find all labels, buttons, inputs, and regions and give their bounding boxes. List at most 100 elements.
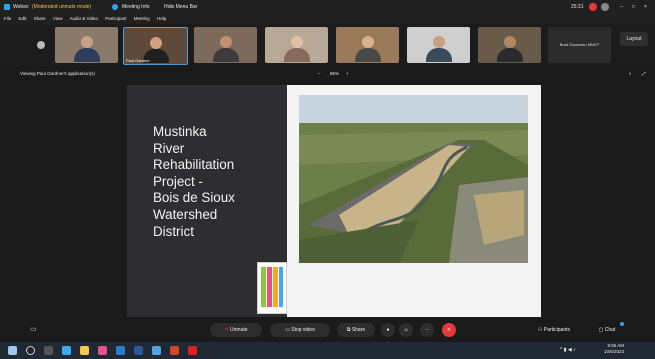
participants-button[interactable]: ⚇ Participants — [528, 323, 580, 337]
participant-body — [355, 48, 381, 62]
slide-title-line: Watershed — [153, 206, 218, 222]
participant-name: Brad Gausman MNDT — [559, 42, 600, 47]
windows-start-icon[interactable] — [8, 346, 17, 355]
chat-notification-dot — [620, 322, 624, 326]
participant-head — [362, 36, 374, 48]
record-button[interactable]: ● — [381, 323, 395, 337]
zoom-in-icon[interactable]: + — [346, 66, 349, 82]
chat-label: Chat — [604, 327, 616, 333]
search-taskbar-icon[interactable] — [26, 346, 35, 355]
participant-tile[interactable] — [336, 27, 399, 63]
share-icon: ⧉ — [346, 327, 351, 333]
menu-view[interactable]: View — [53, 16, 63, 21]
minimize-icon[interactable]: – — [620, 0, 623, 14]
meeting-clock: 25:21 — [571, 4, 584, 10]
participant-tile-active[interactable]: Paul Gardner — [123, 27, 188, 65]
taskbar-clock[interactable]: 9:55 AM 10/6/2023 — [604, 343, 624, 355]
participant-strip: Paul Gardner Brad Gausman MNDT Layout — [0, 24, 655, 66]
slide-title-line: Project - — [153, 173, 203, 189]
participants-label: Participants — [543, 327, 570, 333]
slide-title-line: Rehabilitation — [153, 157, 235, 173]
menu-file[interactable]: File — [4, 16, 11, 21]
mic-muted-icon: ✕ — [224, 327, 229, 333]
watershed-district-logo — [257, 262, 287, 314]
menu-edit[interactable]: Edit — [19, 16, 27, 21]
unmute-label: Unmute — [230, 327, 248, 333]
slide-title-line: River — [153, 140, 185, 156]
search-icon[interactable]: ⌕ — [629, 66, 632, 82]
menu-bar: File Edit Share View Audio & Video Parti… — [0, 14, 655, 24]
title-bar: Webex (Moderated unmute mode) Meeting In… — [0, 0, 655, 14]
share-button[interactable]: ⧉ Share — [337, 323, 375, 337]
acrobat-icon[interactable] — [188, 346, 197, 355]
layout-button[interactable]: Layout — [620, 32, 648, 46]
menu-meeting[interactable]: Meeting — [134, 16, 150, 21]
record-icon: ● — [386, 327, 390, 333]
app-icon[interactable] — [98, 346, 107, 355]
maximize-icon[interactable]: □ — [632, 0, 635, 14]
reactions-icon: ☺ — [403, 327, 409, 333]
participant-tile[interactable] — [407, 27, 470, 63]
end-meeting-button[interactable]: ✕ — [442, 323, 456, 337]
stop-video-button[interactable]: ▭ Stop video — [270, 323, 330, 337]
chat-button[interactable]: ▢ Chat — [590, 323, 624, 337]
word-icon[interactable] — [134, 346, 143, 355]
edge-icon[interactable] — [62, 346, 71, 355]
zoom-out-icon[interactable]: – — [318, 66, 321, 82]
status-icon[interactable] — [601, 3, 609, 11]
menu-help[interactable]: Help — [157, 16, 166, 21]
meeting-info-link[interactable]: Meeting Info — [122, 0, 150, 14]
participant-tile[interactable] — [478, 27, 541, 63]
webex-taskbar-icon[interactable] — [152, 346, 161, 355]
menu-audio-video[interactable]: Audio & Video — [70, 16, 98, 21]
unmute-button[interactable]: ✕ Unmute — [210, 323, 262, 337]
participant-head — [220, 36, 232, 48]
participant-head — [433, 36, 445, 48]
participants-icon: ⚇ — [538, 327, 543, 333]
participant-tile[interactable] — [55, 27, 118, 63]
slide-title-line: District — [153, 223, 194, 239]
participant-head — [291, 36, 303, 48]
participant-body — [213, 48, 239, 62]
participant-tile-name-only[interactable]: Brad Gausman MNDT — [548, 27, 611, 63]
more-options-button[interactable]: ··· — [420, 323, 434, 337]
participant-body — [74, 48, 100, 62]
tray-icons[interactable]: ^ ▮ ◀ ♪ — [560, 347, 576, 353]
app-name: Webex — [13, 4, 29, 10]
chat-icon: ▢ — [598, 327, 604, 333]
clock-time: 9:55 AM — [607, 343, 625, 348]
participant-head — [150, 37, 162, 49]
more-icon: ··· — [424, 327, 430, 333]
file-explorer-icon[interactable] — [80, 346, 89, 355]
hide-menu-bar-button[interactable]: Hide Menu Bar — [164, 0, 197, 14]
outlook-icon[interactable] — [116, 346, 125, 355]
participant-body — [426, 48, 452, 62]
participant-head — [504, 36, 516, 48]
slide-title-line: Bois de Sioux — [153, 190, 235, 206]
webex-logo-icon — [4, 4, 10, 10]
clock-date: 10/6/2023 — [604, 349, 625, 354]
info-icon — [112, 4, 118, 10]
menu-share[interactable]: Share — [34, 16, 46, 21]
participant-tile[interactable] — [194, 27, 257, 63]
camera-icon: ▭ — [285, 327, 290, 333]
participant-head — [81, 36, 93, 48]
meeting-controls: ▭ ✕ Unmute ▭ Stop video ⧉ Share ● ☺ ··· … — [0, 318, 655, 342]
participant-tile[interactable] — [265, 27, 328, 63]
end-call-icon: ✕ — [446, 327, 452, 333]
powerpoint-icon[interactable] — [170, 346, 179, 355]
expand-icon[interactable]: ⤢ — [642, 66, 646, 82]
aerial-river-photo — [299, 95, 528, 263]
strip-scroll-icon[interactable] — [37, 41, 45, 49]
captions-icon[interactable]: ▭ — [30, 325, 37, 333]
recording-icon[interactable] — [589, 3, 597, 11]
menu-participant[interactable]: Participant — [105, 16, 126, 21]
close-icon[interactable]: × — [644, 0, 647, 14]
task-view-icon[interactable] — [44, 346, 53, 355]
windows-taskbar: ^ ▮ ◀ ♪ 9:55 AM 10/6/2023 — [0, 342, 655, 359]
participant-body — [284, 48, 310, 62]
participant-body — [497, 48, 523, 62]
zoom-level[interactable]: 85% — [330, 66, 339, 82]
reactions-button[interactable]: ☺ — [399, 323, 413, 337]
share-label: Share — [351, 327, 366, 333]
